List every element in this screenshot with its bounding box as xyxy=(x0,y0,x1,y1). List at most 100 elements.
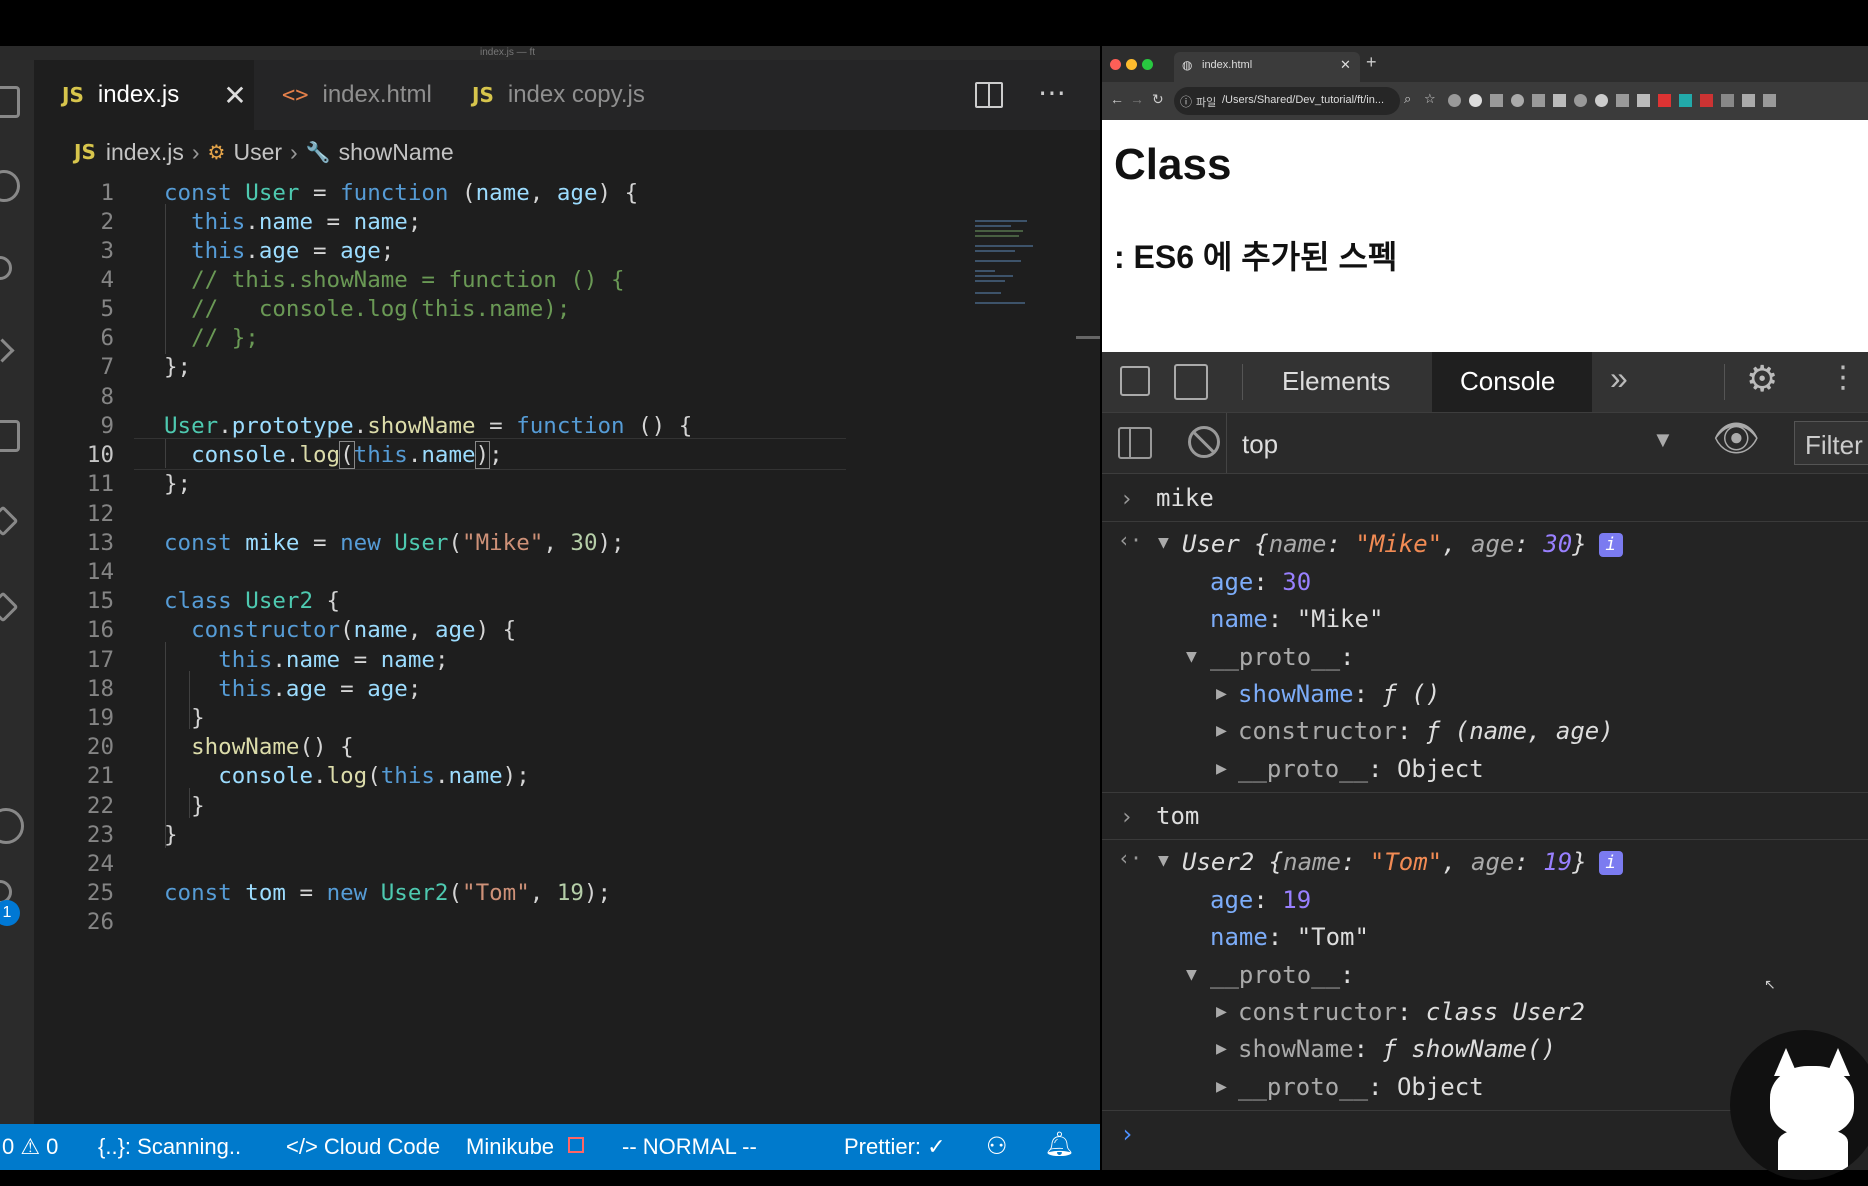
browser-toolbar: ← → ↻ ⓘ 파일 /Users/Shared/Dev_tutorial/ft… xyxy=(1102,82,1868,120)
extension-icon[interactable] xyxy=(1700,94,1713,107)
feedback-icon[interactable]: ⚇ xyxy=(986,1132,1008,1161)
collapsed-triangle-icon[interactable]: ▶ xyxy=(1216,1001,1227,1022)
tab-index-html[interactable]: <> index.html xyxy=(254,60,444,130)
extensions-icon[interactable] xyxy=(0,420,20,452)
problems-indicator[interactable]: 0 ⚠ 0 xyxy=(2,1134,58,1160)
expand-triangle-icon[interactable]: ▼ xyxy=(1186,646,1197,667)
kubernetes-icon[interactable] xyxy=(0,505,19,537)
explorer-icon[interactable] xyxy=(0,86,20,118)
line-number: 10 xyxy=(86,442,114,468)
object-preview[interactable]: User {name: "Mike", age: 30} i xyxy=(1182,530,1623,558)
js-file-icon: JS xyxy=(62,83,84,107)
tab-index-copy-js[interactable]: JS index copy.js xyxy=(444,60,674,130)
clear-console-icon[interactable] xyxy=(1188,426,1220,458)
minimize-window-button[interactable] xyxy=(1126,59,1137,70)
property-row[interactable]: __proto__: Object xyxy=(1238,1073,1484,1101)
prettier-status[interactable]: Prettier: ✓ xyxy=(844,1134,946,1160)
property-row[interactable]: showName: ƒ () xyxy=(1238,680,1440,708)
maximize-window-button[interactable] xyxy=(1142,59,1153,70)
property-row[interactable]: constructor: ƒ (name, age) xyxy=(1238,717,1614,745)
collapsed-triangle-icon[interactable]: ▶ xyxy=(1216,758,1227,779)
collapsed-triangle-icon[interactable]: ▶ xyxy=(1216,683,1227,704)
tab-index-js[interactable]: JS index.js ✕ xyxy=(34,60,254,130)
extension-icon[interactable] xyxy=(1763,94,1776,107)
info-icon[interactable]: i xyxy=(1598,533,1623,557)
proto-row[interactable]: __proto__: xyxy=(1210,961,1355,989)
proto-row[interactable]: __proto__: xyxy=(1210,643,1355,671)
bookmark-star-icon[interactable]: ☆ xyxy=(1424,91,1436,107)
property-row[interactable]: __proto__: Object xyxy=(1238,755,1484,783)
breadcrumb: JS index.js › ⚙ User › 🔧 showName xyxy=(34,130,1100,174)
extension-icon[interactable] xyxy=(1742,94,1755,107)
expand-triangle-icon[interactable]: ▼ xyxy=(1158,532,1169,553)
cloud-code-status[interactable]: </> Cloud Code xyxy=(286,1134,440,1160)
new-tab-icon[interactable]: + xyxy=(1366,52,1377,73)
code-line: } xyxy=(164,793,205,819)
extension-icon[interactable] xyxy=(1721,94,1734,107)
run-debug-icon[interactable] xyxy=(0,338,15,363)
device-toolbar-icon[interactable] xyxy=(1174,364,1208,400)
scrollbar-thumb[interactable] xyxy=(1076,336,1100,339)
filter-input[interactable]: Filter xyxy=(1794,421,1868,465)
line-number: 21 xyxy=(86,763,114,789)
code-editor[interactable]: 1 2 3 4 5 6 7 8 9 10 11 12 13 14 15 16 1… xyxy=(34,174,974,1124)
info-icon[interactable]: i xyxy=(1598,851,1623,875)
console-prompt-icon[interactable]: › xyxy=(1120,1120,1134,1148)
settings-gear-icon[interactable]: ⚙ xyxy=(1746,358,1778,400)
extension-icon[interactable] xyxy=(1574,94,1587,107)
extension-icon[interactable] xyxy=(1595,94,1608,107)
minimap[interactable] xyxy=(975,220,1075,310)
breadcrumb-class[interactable]: User xyxy=(233,139,282,166)
extension-icon[interactable] xyxy=(1616,94,1629,107)
extension-icon[interactable] xyxy=(1511,94,1524,107)
code-line: const mike = new User("Mike", 30); xyxy=(164,530,625,556)
forward-icon[interactable]: → xyxy=(1130,91,1144,107)
split-editor-icon[interactable] xyxy=(975,82,1003,108)
reload-icon[interactable]: ↻ xyxy=(1152,91,1164,108)
collapsed-triangle-icon[interactable]: ▶ xyxy=(1216,720,1227,741)
more-tabs-icon[interactable]: » xyxy=(1610,360,1628,397)
minikube-status[interactable]: Minikube xyxy=(466,1134,554,1160)
breadcrumb-file[interactable]: index.js xyxy=(106,139,184,166)
expand-triangle-icon[interactable]: ▼ xyxy=(1186,964,1197,985)
collapsed-triangle-icon[interactable]: ▶ xyxy=(1216,1076,1227,1097)
close-icon[interactable]: ✕ xyxy=(223,79,246,112)
back-icon[interactable]: ← xyxy=(1110,91,1124,107)
cloud-code-icon[interactable] xyxy=(0,591,19,623)
extension-icon[interactable] xyxy=(1679,94,1692,107)
extension-icon[interactable] xyxy=(1553,94,1566,107)
source-control-icon[interactable] xyxy=(0,256,12,280)
search-icon[interactable] xyxy=(0,170,20,202)
extension-icon[interactable] xyxy=(1532,94,1545,107)
extension-icon[interactable] xyxy=(1448,94,1461,107)
property-row[interactable]: showName: ƒ showName() xyxy=(1238,1035,1556,1063)
account-icon[interactable] xyxy=(0,808,24,844)
browser-tab[interactable]: ◍ index.html ✕ xyxy=(1174,52,1360,82)
line-number: 25 xyxy=(86,880,114,906)
breadcrumb-method[interactable]: showName xyxy=(339,139,454,166)
devtools-tab-bar: Elements Console » ⚙ ⋮ xyxy=(1102,352,1868,413)
zoom-icon[interactable]: ⌕ xyxy=(1404,91,1411,107)
close-icon[interactable]: ✕ xyxy=(1340,57,1351,73)
address-bar[interactable]: ⓘ 파일 /Users/Shared/Dev_tutorial/ft/in... xyxy=(1174,87,1400,115)
context-selector[interactable]: top ▼ xyxy=(1242,421,1674,465)
sidebar-toggle-icon[interactable] xyxy=(1118,427,1152,459)
tab-elements[interactable]: Elements xyxy=(1282,366,1390,397)
extension-icon[interactable] xyxy=(1658,94,1671,107)
close-window-button[interactable] xyxy=(1110,59,1121,70)
more-actions-icon[interactable]: ⋯ xyxy=(1038,76,1066,109)
property-row[interactable]: constructor: class User2 xyxy=(1238,998,1585,1026)
expand-triangle-icon[interactable]: ▼ xyxy=(1158,850,1169,871)
scanning-status[interactable]: {..}: Scanning.. xyxy=(98,1134,241,1160)
extension-icon[interactable] xyxy=(1637,94,1650,107)
bell-icon[interactable]: 🔔︎ xyxy=(1044,1130,1074,1159)
collapsed-triangle-icon[interactable]: ▶ xyxy=(1216,1038,1227,1059)
inspect-element-icon[interactable] xyxy=(1120,366,1150,396)
line-number: 5 xyxy=(100,296,114,322)
extension-icon[interactable] xyxy=(1469,94,1482,107)
extension-icon[interactable] xyxy=(1490,94,1503,107)
eye-icon[interactable]: 👁︎ xyxy=(1712,417,1760,461)
object-preview[interactable]: User2 {name: "Tom", age: 19} i xyxy=(1182,848,1623,876)
tab-console[interactable]: Console xyxy=(1432,352,1592,412)
kebab-menu-icon[interactable]: ⋮ xyxy=(1828,360,1858,395)
